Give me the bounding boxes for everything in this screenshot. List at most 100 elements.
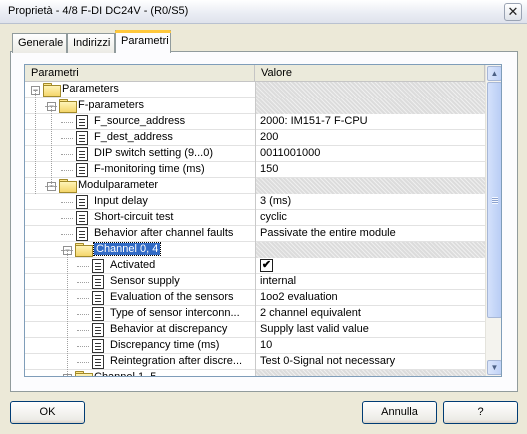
tree-row[interactable]: F_source_address 2000: IM151-7 F-CPU: [25, 114, 485, 130]
folder-icon: [59, 99, 77, 113]
parameter-value-cell[interactable]: 1oo2 evaluation: [255, 290, 485, 306]
tree-guide-line: [67, 250, 68, 376]
parameter-label: Discrepancy time (ms): [110, 339, 220, 351]
parameter-name-cell: Activated: [25, 258, 255, 274]
tree-row[interactable]: Sensor supply internal: [25, 274, 485, 290]
parameter-value-cell[interactable]: 200: [255, 130, 485, 146]
parameter-value-cell: [255, 242, 485, 258]
folder-icon: [75, 243, 93, 257]
column-header-parametri[interactable]: Parametri: [25, 65, 255, 82]
tree-connector: [77, 330, 89, 331]
tree-row[interactable]: − Channel 0, 4: [25, 242, 485, 258]
parameter-name-cell: Behavior at discrepancy: [25, 322, 255, 338]
parameter-value-cell[interactable]: 150: [255, 162, 485, 178]
tab-parametri[interactable]: Parametri: [115, 30, 171, 53]
parameter-value-cell[interactable]: 10: [255, 338, 485, 354]
tree-connector: [77, 362, 89, 363]
parameter-label: F-monitoring time (ms): [94, 163, 205, 175]
tab-generale[interactable]: Generale: [12, 33, 67, 53]
parameter-label: Parameters: [62, 83, 119, 95]
column-header-valore[interactable]: Valore: [255, 65, 485, 82]
tab-indirizzi[interactable]: Indirizzi: [67, 33, 115, 53]
parameter-name-cell: F_dest_address: [25, 130, 255, 146]
tree-row[interactable]: − Modulparameter: [25, 178, 485, 194]
parameter-value: Passivate the entire module: [260, 227, 396, 239]
tree-connector: [77, 314, 89, 315]
parameter-label: F_dest_address: [94, 131, 173, 143]
tree-row[interactable]: Discrepancy time (ms) 10: [25, 338, 485, 354]
tree-connector: [61, 122, 73, 123]
parameter-value-cell[interactable]: 2000: IM151-7 F-CPU: [255, 114, 485, 130]
parameter-value: 10: [260, 339, 273, 351]
parameter-label: Activated: [110, 259, 156, 271]
folder-icon: [59, 179, 77, 193]
parameter-value-cell[interactable]: 3 (ms): [255, 194, 485, 210]
tree-connector: [45, 186, 57, 187]
cancel-button[interactable]: Annulla: [362, 401, 437, 424]
tree-row[interactable]: Behavior after channel faults Passivate t…: [25, 226, 485, 242]
properties-dialog: Proprietà - 4/8 F-DI DC24V - (R0/S5) ✕ G…: [0, 0, 527, 434]
vertical-scrollbar[interactable]: ▲ ▼: [485, 65, 501, 376]
tree-row[interactable]: − F-parameters: [25, 98, 485, 114]
parameter-value: 2 channel equivalent: [260, 307, 361, 319]
document-icon: [76, 163, 88, 177]
scroll-thumb[interactable]: [487, 82, 501, 318]
parameter-name-cell: Type of sensor interconn...: [25, 306, 255, 322]
parameter-name-cell: Discrepancy time (ms): [25, 338, 255, 354]
tree-row[interactable]: Input delay 3 (ms): [25, 194, 485, 210]
parameter-value-cell[interactable]: 2 channel equivalent: [255, 306, 485, 322]
window-title: Proprietà - 4/8 F-DI DC24V - (R0/S5): [8, 5, 189, 17]
tree-row[interactable]: Short-circuit test cyclic: [25, 210, 485, 226]
parameter-name-cell: Behavior after channel faults: [25, 226, 255, 242]
parameter-label: Type of sensor interconn...: [110, 307, 240, 319]
parameter-label: Input delay: [94, 195, 148, 207]
tree-connector: [61, 234, 73, 235]
parameter-name-cell: Input delay: [25, 194, 255, 210]
scroll-up-button[interactable]: ▲: [487, 66, 501, 81]
tree-row[interactable]: Behavior at discrepancy Supply last valid…: [25, 322, 485, 338]
close-button[interactable]: ✕: [504, 3, 522, 21]
activated-checkbox[interactable]: ✔: [260, 259, 273, 272]
parameter-value-cell: [255, 82, 485, 98]
tree-row[interactable]: DIP switch setting (9...0) 0011001000: [25, 146, 485, 162]
tree-row[interactable]: Evaluation of the sensors 1oo2 evaluation: [25, 290, 485, 306]
tree-row[interactable]: Reintegration after discre... Test 0-Sign…: [25, 354, 485, 370]
parameter-value: 0011001000: [260, 147, 321, 159]
folder-icon: [43, 83, 61, 97]
grid-rows: − Parameters − F-parameters F_source_address…: [25, 82, 485, 376]
help-button[interactable]: ?: [443, 401, 518, 424]
parameter-name-cell: − Channel 0, 4: [25, 242, 255, 258]
tree-row[interactable]: Activated ✔: [25, 258, 485, 274]
title-bar[interactable]: Proprietà - 4/8 F-DI DC24V - (R0/S5) ✕: [0, 0, 527, 24]
parameter-value-cell[interactable]: ✔: [255, 258, 485, 274]
tree-row[interactable]: F-monitoring time (ms) 150: [25, 162, 485, 178]
parameter-name-cell: Short-circuit test: [25, 210, 255, 226]
document-icon: [92, 259, 104, 273]
parameter-label: Modulparameter: [78, 179, 159, 191]
tree-connector: [77, 266, 89, 267]
parameter-name-cell: − F-parameters: [25, 98, 255, 114]
tree-row[interactable]: Type of sensor interconn... 2 channel equ…: [25, 306, 485, 322]
parameter-label: Behavior at discrepancy: [110, 323, 228, 335]
parameter-value: 200: [260, 131, 279, 143]
tree-guide-line: [35, 90, 36, 194]
tree-row[interactable]: +Channel 1, 5: [25, 370, 485, 376]
tree-row[interactable]: − Parameters: [25, 82, 485, 98]
tree-row[interactable]: F_dest_address 200: [25, 130, 485, 146]
parameter-value: cyclic: [260, 211, 287, 223]
parameter-name-cell: − Modulparameter: [25, 178, 255, 194]
parameter-value: 150: [260, 163, 279, 175]
document-icon: [92, 323, 104, 337]
ok-button[interactable]: OK: [10, 401, 85, 424]
parameter-value-cell[interactable]: cyclic: [255, 210, 485, 226]
parameter-value-cell[interactable]: Test 0-Signal not necessary: [255, 354, 485, 370]
parameter-value-cell[interactable]: Passivate the entire module: [255, 226, 485, 242]
parameter-name-cell: − Parameters: [25, 82, 255, 98]
parameter-label: F-parameters: [78, 99, 145, 111]
scroll-down-button[interactable]: ▼: [487, 360, 501, 375]
parameter-value-cell[interactable]: internal: [255, 274, 485, 290]
parameter-name-cell: Reintegration after discre...: [25, 354, 255, 370]
parameter-value-cell[interactable]: 0011001000: [255, 146, 485, 162]
tree-connector: [77, 346, 89, 347]
parameter-value-cell[interactable]: Supply last valid value: [255, 322, 485, 338]
